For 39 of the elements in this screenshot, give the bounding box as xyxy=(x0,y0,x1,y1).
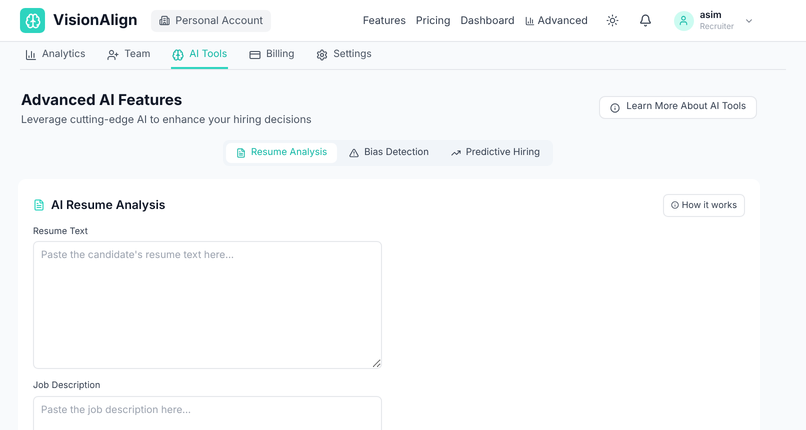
how-it-works-button[interactable]: How it works xyxy=(662,194,745,217)
page-subtitle: Leverage cutting-edge AI to enhance your hiring decisions xyxy=(21,112,312,128)
feature-tab[interactable]: Predictive Hiring xyxy=(440,142,550,163)
learn-more-button[interactable]: Learn More About AI Tools xyxy=(599,96,757,119)
nav-link[interactable]: Dashboard xyxy=(460,12,515,28)
nav-link[interactable]: Features xyxy=(362,12,406,28)
bar-chart-icon xyxy=(25,48,37,60)
bar-chart-icon xyxy=(524,16,535,26)
user-role: Recruiter xyxy=(700,21,734,32)
info-icon xyxy=(670,201,679,210)
nav-tab[interactable]: Billing xyxy=(248,42,296,69)
info-icon xyxy=(610,102,620,112)
page-title: Advanced AI Features xyxy=(21,90,184,110)
user-plus-icon xyxy=(107,48,120,60)
theme-toggle-icon[interactable] xyxy=(606,14,619,27)
credit-card-icon xyxy=(249,48,262,60)
nav-tab[interactable]: Team xyxy=(106,42,152,69)
text-area[interactable]: Paste the candidate's resume text here... xyxy=(33,241,382,370)
settings-icon xyxy=(316,48,328,60)
nav-tab[interactable]: Analytics xyxy=(24,42,86,69)
trend-up-icon xyxy=(450,148,461,158)
warning-icon xyxy=(349,148,360,158)
user-name: asim xyxy=(700,10,723,22)
nav-tab[interactable]: Settings xyxy=(315,42,373,69)
nav-link[interactable]: Pricing xyxy=(416,12,450,28)
brand-name: VisionAlign xyxy=(53,9,138,32)
feature-tab[interactable]: Bias Detection xyxy=(339,142,439,163)
account-badge[interactable]: Personal Account xyxy=(151,10,271,32)
nav-link[interactable]: Advanced xyxy=(524,12,588,28)
field-label: Job Description xyxy=(33,379,102,393)
document-icon xyxy=(33,199,45,212)
brain-icon xyxy=(172,48,184,60)
field-label: Resume Text xyxy=(33,224,89,238)
card-title: AI Resume Analysis xyxy=(51,196,166,214)
document-icon xyxy=(236,148,246,158)
text-area[interactable]: Paste the job description here... xyxy=(33,396,382,430)
brain-logo-icon xyxy=(20,8,45,33)
building-icon xyxy=(159,15,170,26)
notification-icon[interactable] xyxy=(638,14,652,27)
